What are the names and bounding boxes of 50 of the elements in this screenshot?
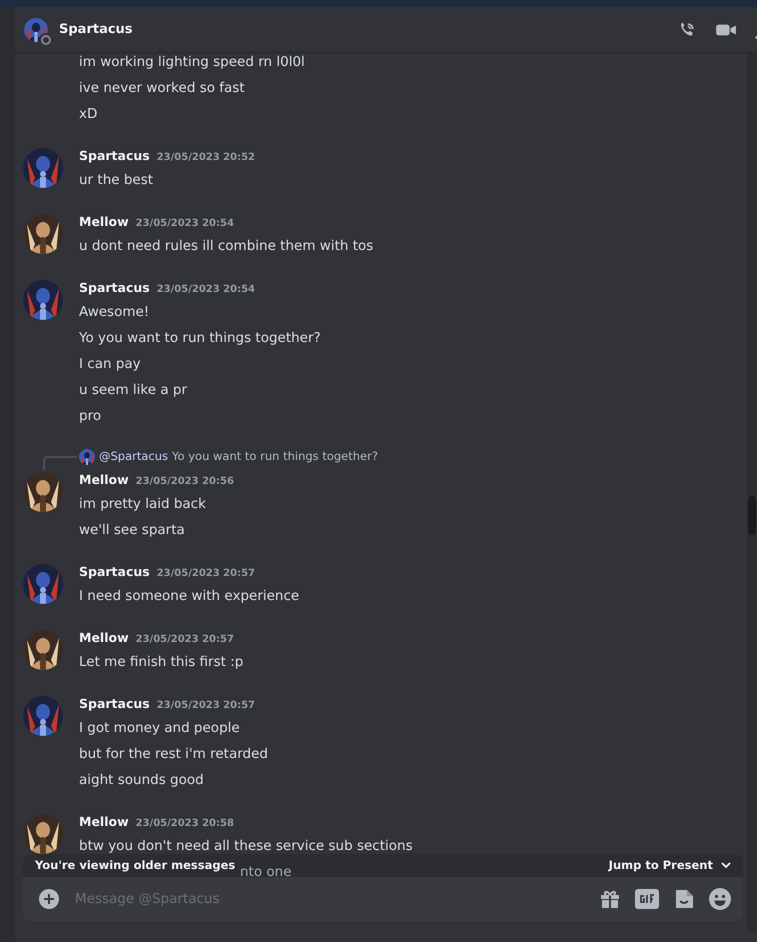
author-name[interactable]: Spartacus xyxy=(79,148,150,163)
message-text: Let me finish this first :p xyxy=(79,653,244,672)
message-text: but for the rest i'm retarded xyxy=(79,745,268,764)
author-name[interactable]: Mellow xyxy=(79,472,129,487)
timestamp: 23/05/2023 20:56 xyxy=(136,476,234,487)
emoji-icon[interactable] xyxy=(709,888,731,910)
author-name[interactable]: Mellow xyxy=(79,214,129,229)
message-text: u dont need rules ill combine them with tos xyxy=(79,237,374,256)
reply-preview[interactable]: Yo you want to run things together? xyxy=(172,448,378,466)
message-text: pro xyxy=(79,407,102,426)
timestamp: 23/05/2023 20:54 xyxy=(136,218,234,229)
message-text: ur the best xyxy=(79,171,154,190)
timestamp: 23/05/2023 20:57 xyxy=(156,700,255,711)
add-icon[interactable] xyxy=(39,889,59,909)
timestamp: 23/05/2023 20:54 xyxy=(156,284,255,295)
author-name[interactable]: Mellow xyxy=(79,814,129,829)
reply-spine xyxy=(43,456,77,470)
message-text: we'll see sparta xyxy=(79,521,186,540)
timestamp: 23/05/2023 20:52 xyxy=(156,152,255,163)
message-text: ive never worked so fast xyxy=(79,79,246,98)
message-text: I can pay xyxy=(79,355,142,374)
sticker-icon[interactable] xyxy=(673,888,695,910)
message-text: Awesome! xyxy=(79,303,150,322)
timestamp: 23/05/2023 20:57 xyxy=(156,568,255,579)
message-text: im pretty laid back xyxy=(79,495,207,514)
message-input-field[interactable]: Message @Spartacus xyxy=(73,888,585,910)
message-text: xD xyxy=(79,105,98,124)
banner-text: You're viewing older messages xyxy=(35,856,236,874)
message-text: I got money and people xyxy=(79,719,241,738)
gif-icon[interactable] xyxy=(635,889,659,909)
author-name[interactable]: Mellow xyxy=(79,630,129,645)
timestamp: 23/05/2023 20:58 xyxy=(136,818,234,829)
message-text: Yo you want to run things together? xyxy=(79,329,321,348)
reply-mention[interactable]: @Spartacus xyxy=(99,448,168,466)
scrollbar-thumb[interactable] xyxy=(748,496,756,535)
message-text: u seem like a pr xyxy=(79,381,188,400)
message-text: I need someone with experience xyxy=(79,587,300,606)
message-text: im working lighting speed rn l0l0l xyxy=(79,53,305,72)
channel-title: Spartacus xyxy=(59,20,133,39)
message-text: aight sounds good xyxy=(79,771,205,790)
message-text: nto one xyxy=(240,864,292,880)
jump-to-present-button[interactable]: Jump to Present xyxy=(608,856,731,874)
author-name[interactable]: Spartacus xyxy=(79,564,150,579)
gift-icon[interactable] xyxy=(599,888,621,910)
chevron-icon xyxy=(721,862,731,869)
author-name[interactable]: Spartacus xyxy=(79,696,150,711)
timestamp: 23/05/2023 20:57 xyxy=(136,634,234,645)
composer-bar[interactable]: Message @Spartacus xyxy=(23,877,743,921)
author-name[interactable]: Spartacus xyxy=(79,280,150,295)
message-text: btw you don't need all these service sub sections xyxy=(79,837,413,856)
